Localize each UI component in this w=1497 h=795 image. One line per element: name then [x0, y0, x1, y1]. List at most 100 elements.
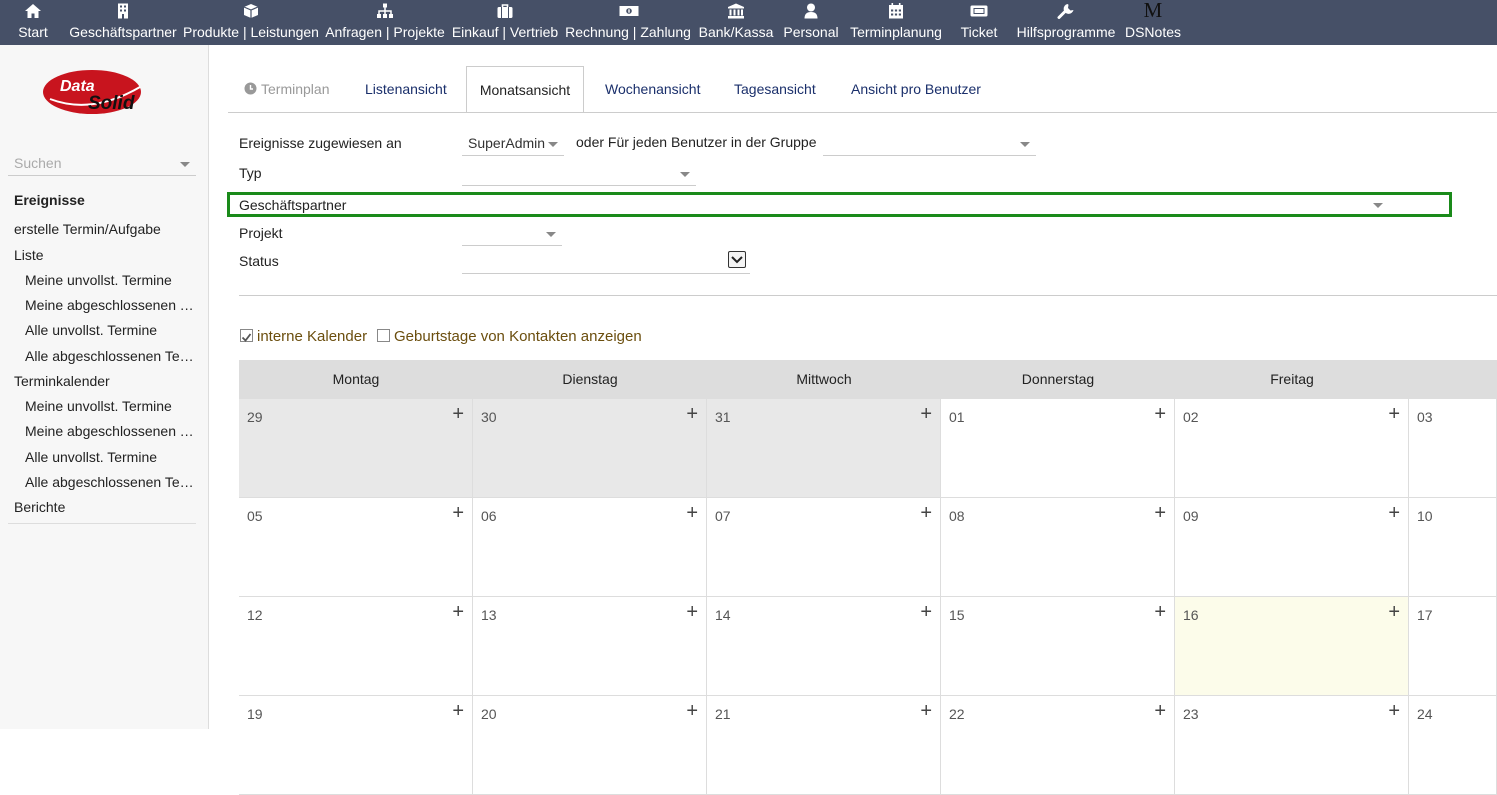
calendar-day-cell[interactable]: 03: [1409, 399, 1497, 498]
status-label: Status: [239, 253, 279, 269]
day-number: 05: [247, 508, 263, 524]
calendar-day-cell[interactable]: 22 +: [941, 696, 1175, 795]
calendar-day-cell[interactable]: 19 +: [239, 696, 473, 795]
calendar-day-cell[interactable]: 13 +: [473, 597, 707, 696]
calendar-day-cell[interactable]: 12 +: [239, 597, 473, 696]
assigned-to-value: SuperAdmin: [468, 135, 546, 151]
birthdays-label[interactable]: Geburtstage von Kontakten anzeigen: [394, 328, 642, 345]
sidebar-item-7[interactable]: Alle abgeschlossenen Termine: [25, 348, 195, 364]
box-icon: [242, 3, 260, 19]
add-event-icon[interactable]: +: [686, 404, 698, 424]
sidebar: Data Solid Suchen Ereignisse erstelle Ter…: [0, 45, 209, 729]
weekday-header: Donnerstag: [1021, 371, 1095, 387]
add-event-icon[interactable]: +: [1388, 602, 1400, 622]
calendar-day-cell[interactable]: 17: [1409, 597, 1497, 696]
weekday-header: Montag: [332, 371, 380, 387]
calendar-day-cell[interactable]: 29 +: [239, 399, 473, 498]
tab-4[interactable]: Wochenansicht: [591, 66, 714, 113]
day-number: 30: [481, 409, 497, 425]
add-event-icon[interactable]: +: [686, 602, 698, 622]
add-event-icon[interactable]: +: [686, 503, 698, 523]
add-event-icon[interactable]: +: [1388, 404, 1400, 424]
calendar-day-cell[interactable]: 14 +: [707, 597, 941, 696]
calendar-day-cell[interactable]: 31 +: [707, 399, 941, 498]
calendar-day-cell[interactable]: 21 +: [707, 696, 941, 795]
day-number: 14: [715, 607, 731, 623]
projekt-select[interactable]: [462, 220, 562, 246]
sidebar-item-8[interactable]: Terminkalender: [14, 373, 194, 389]
typ-label: Typ: [239, 165, 262, 181]
sidebar-item-6[interactable]: Alle unvollst. Termine: [25, 322, 195, 338]
m-icon: M: [1143, 0, 1163, 22]
tab-5[interactable]: Tagesansicht: [720, 66, 830, 113]
sidebar-item-12[interactable]: Alle abgeschlossenen Termine: [25, 474, 195, 490]
calendar-day-cell[interactable]: 24: [1409, 696, 1497, 795]
calendar-day-cell[interactable]: 10: [1409, 498, 1497, 597]
sidebar-item-13[interactable]: Berichte: [14, 499, 194, 515]
calendar-day-cell[interactable]: 15 +: [941, 597, 1175, 696]
sidebar-search-input[interactable]: Suchen: [8, 150, 196, 176]
tab-6[interactable]: Ansicht pro Benutzer: [837, 66, 995, 113]
sidebar-item-5[interactable]: Meine abgeschlossenen Termine: [25, 297, 195, 313]
add-event-icon[interactable]: +: [452, 701, 464, 721]
chevron-down-icon: [680, 172, 690, 177]
assigned-to-select[interactable]: SuperAdmin: [462, 130, 564, 156]
sidebar-item-9[interactable]: Meine unvollst. Termine: [25, 398, 195, 414]
add-event-icon[interactable]: +: [452, 404, 464, 424]
typ-select[interactable]: [462, 160, 696, 186]
day-number: 07: [715, 508, 731, 524]
calendar-day-cell[interactable]: 09 +: [1175, 498, 1409, 597]
day-number: 23: [1183, 706, 1199, 722]
calendar-day-cell[interactable]: 20 +: [473, 696, 707, 795]
add-event-icon[interactable]: +: [1154, 404, 1166, 424]
add-event-icon[interactable]: +: [452, 503, 464, 523]
sidebar-item-2[interactable]: erstelle Termin/Aufgabe: [14, 221, 194, 237]
status-select[interactable]: [462, 248, 750, 274]
day-number: 17: [1417, 607, 1433, 623]
add-event-icon[interactable]: +: [1388, 503, 1400, 523]
sidebar-item-3[interactable]: Liste: [14, 247, 194, 263]
assigned-to-label: Ereignisse zugewiesen an: [239, 135, 402, 151]
add-event-icon[interactable]: +: [1154, 503, 1166, 523]
sidebar-item-4[interactable]: Meine unvollst. Termine: [25, 272, 195, 288]
calendar-day-cell[interactable]: 08 +: [941, 498, 1175, 597]
birthdays-checkbox[interactable]: [377, 329, 390, 342]
add-event-icon[interactable]: +: [920, 404, 932, 424]
calendar-day-cell[interactable]: 02 +: [1175, 399, 1409, 498]
add-event-icon[interactable]: +: [920, 503, 932, 523]
day-number: 24: [1417, 706, 1433, 722]
data-solid-logo[interactable]: Data Solid: [42, 67, 152, 117]
tab-label: Listenansicht: [365, 81, 447, 97]
calendar-day-cell[interactable]: 06 +: [473, 498, 707, 597]
calendar-day-cell[interactable]: 16 +: [1175, 597, 1409, 696]
add-event-icon[interactable]: +: [1154, 701, 1166, 721]
calendar-day-cell[interactable]: 30 +: [473, 399, 707, 498]
day-number: 19: [247, 706, 263, 722]
day-number: 09: [1183, 508, 1199, 524]
tab-label: Tagesansicht: [734, 81, 816, 97]
tab-3[interactable]: Monatsansicht: [466, 66, 584, 113]
calendar-day-cell[interactable]: 23 +: [1175, 696, 1409, 795]
day-number: 01: [949, 409, 965, 425]
calendar-day-cell[interactable]: 01 +: [941, 399, 1175, 498]
sidebar-item-10[interactable]: Meine abgeschlossenen Termine: [25, 423, 195, 439]
business-partner-select[interactable]: Geschäftspartner: [227, 192, 1452, 217]
status-dropdown-button[interactable]: [728, 251, 746, 268]
add-event-icon[interactable]: +: [1388, 701, 1400, 721]
calendar-day-cell[interactable]: 07 +: [707, 498, 941, 597]
tab-1[interactable]: Terminplan: [230, 66, 343, 113]
add-event-icon[interactable]: +: [452, 602, 464, 622]
calendar-day-cell[interactable]: 05 +: [239, 498, 473, 597]
internal-calendar-checkbox[interactable]: [240, 329, 253, 342]
tab-2[interactable]: Listenansicht: [351, 66, 461, 113]
chevron-down-icon: [1020, 142, 1030, 147]
day-number: 20: [481, 706, 497, 722]
internal-calendar-label[interactable]: interne Kalender: [257, 328, 367, 345]
nav-item-12[interactable]: M DSNotes: [1068, 0, 1238, 45]
add-event-icon[interactable]: +: [686, 701, 698, 721]
sidebar-item-11[interactable]: Alle unvollst. Termine: [25, 449, 195, 465]
add-event-icon[interactable]: +: [920, 701, 932, 721]
add-event-icon[interactable]: +: [920, 602, 932, 622]
group-select[interactable]: [823, 130, 1036, 156]
add-event-icon[interactable]: +: [1154, 602, 1166, 622]
